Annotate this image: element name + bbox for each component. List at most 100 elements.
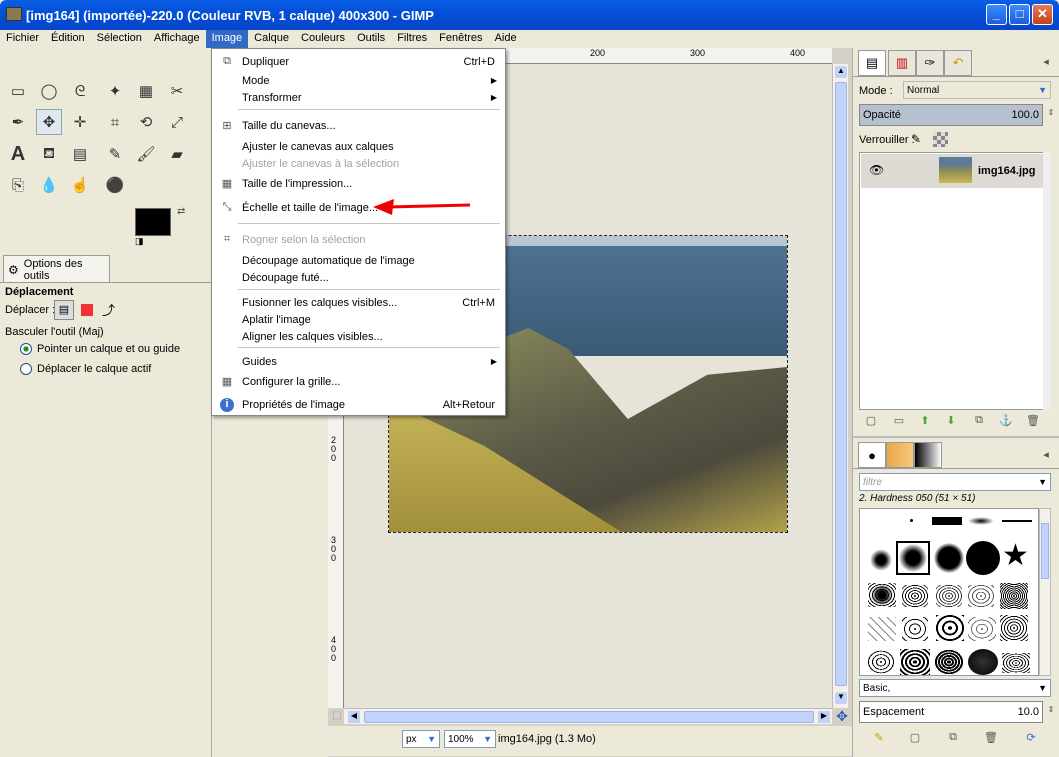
quick-mask-icon[interactable]: ⬚	[330, 710, 344, 724]
blur-icon[interactable]: 💧	[36, 172, 62, 198]
gradient-icon[interactable]: ▤	[67, 141, 93, 167]
menu-item-aplatir[interactable]: Aplatir l'image	[212, 311, 505, 328]
brush-item[interactable]	[1002, 520, 1032, 522]
move-layer-icon[interactable]: ▤	[54, 300, 74, 320]
navigate-icon[interactable]: ✥	[834, 708, 850, 724]
layer-row[interactable]: 👁 img164.jpg	[861, 154, 1047, 188]
brush-item[interactable]	[966, 541, 1000, 575]
brush-item[interactable]	[900, 649, 930, 675]
menu-aide[interactable]: Aide	[489, 30, 523, 48]
brush-item[interactable]: ★	[1002, 539, 1029, 573]
menu-affichage[interactable]: Affichage	[148, 30, 206, 48]
brush-item[interactable]	[1002, 653, 1030, 673]
brush-item[interactable]	[936, 615, 964, 641]
clone-icon[interactable]: ⎘	[5, 172, 31, 198]
brush-item[interactable]	[934, 543, 964, 573]
brush-item[interactable]	[866, 649, 896, 675]
menu-item-ajuster-calques[interactable]: Ajuster le canevas aux calques	[212, 138, 505, 155]
menu-filtres[interactable]: Filtres	[391, 30, 433, 48]
new-brush-icon[interactable]: ▢	[907, 731, 923, 747]
dodge-burn-icon[interactable]: ⚫	[102, 172, 128, 198]
brush-item[interactable]	[902, 585, 928, 607]
brush-item[interactable]	[968, 617, 996, 641]
brush-item-selected[interactable]	[896, 541, 930, 575]
menu-item-taille-canevas[interactable]: ⊞ Taille du canevas...	[212, 117, 505, 134]
scroll-right-icon[interactable]: ▶	[818, 711, 830, 723]
pencil-icon[interactable]: ✎	[102, 141, 128, 167]
vertical-scroll-thumb[interactable]	[835, 82, 847, 686]
layers-tab-icon[interactable]: ▤	[858, 50, 886, 76]
unit-select[interactable]: px ▼	[402, 730, 440, 748]
default-colors-icon[interactable]: ◨	[135, 236, 144, 247]
scroll-down-icon[interactable]: ▼	[835, 692, 847, 704]
lock-pixels-icon[interactable]: ✎	[911, 132, 921, 146]
opacity-slider[interactable]: Opacité 100.0	[859, 104, 1043, 126]
close-button[interactable]: ✕	[1032, 4, 1053, 25]
move-selection-icon[interactable]	[81, 304, 93, 316]
crop-icon[interactable]: ⌗	[102, 109, 128, 135]
panel-menu-icon[interactable]: ◂	[1038, 448, 1054, 464]
move-path-icon[interactable]: ⤴	[102, 300, 115, 319]
radio-move-active[interactable]: Déplacer le calque actif	[20, 363, 151, 375]
brush-item[interactable]	[868, 617, 896, 641]
text-tool-icon[interactable]: A	[5, 141, 31, 167]
menu-item-taille-impression[interactable]: ▦ Taille de l'impression...	[212, 175, 505, 192]
menu-fenetres[interactable]: Fenêtres	[433, 30, 488, 48]
maximize-button[interactable]: □	[1009, 4, 1030, 25]
brush-item[interactable]	[902, 617, 928, 641]
scroll-left-icon[interactable]: ◀	[348, 711, 360, 723]
lock-alpha-icon[interactable]	[933, 132, 948, 147]
swap-colors-icon[interactable]: ⇄	[177, 206, 185, 217]
menu-fichier[interactable]: Fichier	[0, 30, 45, 48]
horizontal-scroll-thumb[interactable]	[364, 711, 814, 723]
color-select-icon[interactable]: ▦	[133, 78, 159, 104]
brushes-tab-icon[interactable]: ●	[858, 442, 886, 468]
horizontal-scrollbar[interactable]: ◀ ▶	[344, 708, 832, 724]
align-icon[interactable]: ✛	[67, 109, 93, 135]
bucket-fill-icon[interactable]: ⛾	[36, 141, 62, 167]
brush-item[interactable]	[870, 549, 892, 571]
menu-item-grille[interactable]: ▦ Configurer la grille...	[212, 373, 505, 390]
edit-brush-icon[interactable]: ✎	[871, 731, 887, 747]
brush-item[interactable]	[968, 585, 994, 607]
panel-menu-icon[interactable]: ◂	[1038, 55, 1054, 71]
menu-image[interactable]: Image	[205, 30, 249, 48]
mode-select[interactable]: Normal ▼	[903, 81, 1051, 99]
brush-scrollbar[interactable]	[1039, 508, 1051, 676]
menu-selection[interactable]: Sélection	[91, 30, 148, 48]
undo-tab-icon[interactable]: ↶	[944, 50, 972, 76]
paths-icon[interactable]: ✒	[5, 109, 31, 135]
menu-item-guides[interactable]: Guides ▶	[212, 353, 505, 370]
foreground-color[interactable]	[135, 208, 171, 236]
menu-item-proprietes[interactable]: i Propriétés de l'image Alt+Retour	[212, 396, 505, 413]
patterns-tab-icon[interactable]	[886, 442, 914, 468]
minimize-button[interactable]: _	[986, 4, 1007, 25]
duplicate-layer-icon[interactable]: ⧉	[971, 414, 987, 430]
brush-item[interactable]	[934, 649, 964, 675]
rect-select-icon[interactable]: ▭	[5, 78, 31, 104]
brush-item[interactable]	[968, 649, 998, 675]
menu-item-fusionner[interactable]: Fusionner les calques visibles... Ctrl+M	[212, 294, 505, 311]
lasso-icon[interactable]: ᘓ	[67, 78, 93, 104]
menu-couleurs[interactable]: Couleurs	[295, 30, 351, 48]
delete-layer-icon[interactable]: 🗑	[1025, 414, 1041, 430]
eye-icon[interactable]: 👁	[869, 163, 884, 177]
anchor-icon[interactable]: ⚓	[998, 414, 1014, 430]
smudge-icon[interactable]: ☝	[67, 172, 93, 198]
eraser-icon[interactable]: ▰	[164, 141, 190, 167]
vertical-scrollbar[interactable]: ▲ ▼	[832, 64, 848, 708]
rotate-icon[interactable]: ⟲	[133, 109, 159, 135]
new-layer-icon[interactable]: ▢	[863, 414, 879, 430]
tab-tool-options[interactable]: ⚙ Options des outils	[3, 255, 110, 283]
brush-item[interactable]	[968, 517, 994, 525]
brush-scroll-thumb[interactable]	[1041, 523, 1049, 579]
delete-brush-icon[interactable]: 🗑	[983, 731, 999, 747]
move-tool-icon[interactable]: ✥	[36, 109, 62, 135]
spacing-slider[interactable]: Espacement 10.0	[859, 701, 1043, 723]
refresh-brushes-icon[interactable]: ⟳	[1023, 731, 1039, 747]
menu-item-decoupage-fute[interactable]: Découpage futé...	[212, 269, 505, 286]
duplicate-brush-icon[interactable]: ⧉	[945, 731, 961, 747]
menu-item-transformer[interactable]: Transformer ▶	[212, 89, 505, 106]
menu-edition[interactable]: Édition	[45, 30, 91, 48]
opacity-spin-icon[interactable]: ⇕	[1043, 108, 1059, 124]
